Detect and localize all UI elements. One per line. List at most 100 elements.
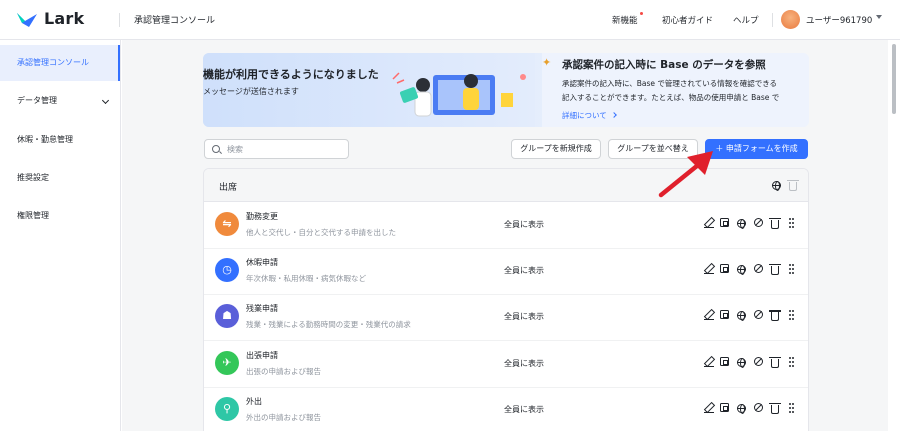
globe-icon[interactable] bbox=[772, 181, 781, 191]
sidebar-item-label: データ管理 bbox=[17, 96, 57, 105]
banner-subtitle: メッセージが送信されます bbox=[203, 87, 299, 96]
list-item[interactable]: ⚲ 外出 外出の申請および報告 全員に表示 bbox=[204, 389, 808, 431]
item-name: 勤務変更 bbox=[246, 212, 278, 221]
banner-title: 機能が利用できるようになりました bbox=[203, 68, 379, 81]
ban-icon[interactable] bbox=[754, 402, 763, 412]
item-name: 出張申請 bbox=[246, 350, 278, 360]
edit-icon[interactable] bbox=[704, 403, 714, 413]
copy-icon[interactable] bbox=[720, 264, 729, 274]
annotation-arrow-icon bbox=[658, 151, 713, 198]
edit-icon[interactable] bbox=[704, 357, 714, 367]
learn-more-link[interactable]: 詳細について bbox=[562, 110, 617, 121]
globe-icon[interactable] bbox=[737, 311, 746, 322]
ban-icon[interactable] bbox=[754, 356, 763, 366]
new-features-link[interactable]: 新機能 bbox=[612, 14, 638, 26]
item-name: 残業申請 bbox=[246, 304, 278, 314]
banner-slide-current[interactable]: ✦ 承認案件の記入時に Base のデータを参照 承認案件の記入時に、Base … bbox=[542, 53, 809, 127]
item-visibility: 全員に表示 bbox=[504, 312, 544, 322]
sidebar: 承認管理コンソール データ管理 休暇・勤怠管理 推奨設定 権限管理 bbox=[0, 40, 121, 431]
new-group-button[interactable]: グループを新規作成 bbox=[511, 139, 601, 159]
item-name: 外出 bbox=[246, 396, 262, 406]
banner-illustration-icon bbox=[392, 72, 526, 117]
list-item[interactable]: ✈ 出張申請出張の申請および報告 全員に表示 bbox=[204, 343, 808, 388]
trash-icon[interactable] bbox=[769, 310, 781, 322]
trash-icon[interactable] bbox=[769, 402, 781, 414]
globe-icon[interactable] bbox=[737, 265, 746, 276]
ban-icon[interactable] bbox=[754, 310, 763, 320]
sidebar-item-leave-attendance[interactable]: 休暇・勤怠管理 bbox=[0, 122, 120, 158]
scrollbar-thumb[interactable] bbox=[892, 44, 896, 114]
top-bar: Lark 承認管理コンソール 新機能 初心者ガイド ヘルプ ユーザー961790 bbox=[0, 0, 900, 40]
sidebar-item-permissions[interactable]: 権限管理 bbox=[0, 198, 120, 234]
location-icon: ⚲ bbox=[215, 396, 239, 421]
list-item[interactable]: ⇋ 勤務変更他人と交代し・自分と交代する申請を出した 全員に表示 bbox=[204, 204, 808, 249]
logo-text: Lark bbox=[44, 9, 85, 28]
ban-icon[interactable] bbox=[754, 264, 763, 274]
drag-handle-icon[interactable] bbox=[789, 402, 795, 413]
copy-icon[interactable] bbox=[720, 310, 729, 320]
ban-icon[interactable] bbox=[754, 218, 763, 227]
beginner-guide-link[interactable]: 初心者ガイド bbox=[662, 14, 713, 26]
sidebar-item-approval-console[interactable]: 承認管理コンソール bbox=[0, 45, 120, 81]
plane-icon: ✈ bbox=[215, 350, 239, 375]
drag-handle-icon[interactable] bbox=[789, 310, 795, 321]
help-link[interactable]: ヘルプ bbox=[733, 14, 759, 26]
banner-text: 記入することができます。たとえば、物品の使用申請と Base で bbox=[562, 93, 780, 102]
trash-icon bbox=[787, 180, 799, 191]
swap-icon: ⇋ bbox=[215, 212, 239, 236]
trash-icon[interactable] bbox=[769, 356, 781, 368]
copy-icon[interactable] bbox=[720, 218, 729, 227]
item-visibility: 全員に表示 bbox=[504, 220, 544, 229]
edit-icon[interactable] bbox=[704, 264, 714, 275]
item-visibility: 全員に表示 bbox=[504, 266, 544, 276]
console-title: 承認管理コンソール bbox=[134, 16, 216, 26]
username[interactable]: ユーザー961790 bbox=[806, 14, 872, 26]
main-content: 機能が利用できるようになりました メッセージが送信されます ✦ 承認案件の記入時… bbox=[122, 40, 888, 431]
sidebar-item-label: 承認管理コンソール bbox=[17, 58, 89, 67]
item-visibility: 全員に表示 bbox=[504, 358, 544, 368]
list-item[interactable]: ◷ 休暇申請年次休暇・私用休暇・病気休暇など 全員に表示 bbox=[204, 250, 808, 296]
edit-icon[interactable] bbox=[704, 310, 714, 321]
chevron-down-icon[interactable] bbox=[876, 15, 882, 19]
lark-logo-icon bbox=[17, 12, 37, 27]
avatar[interactable] bbox=[781, 10, 800, 29]
copy-icon[interactable] bbox=[720, 356, 729, 366]
banner-title: 承認案件の記入時に Base のデータを参照 bbox=[562, 59, 766, 71]
drag-handle-icon[interactable] bbox=[789, 264, 795, 275]
search-input[interactable]: 検索 bbox=[204, 139, 349, 159]
sidebar-item-data-management[interactable]: データ管理 bbox=[0, 83, 120, 119]
edit-icon[interactable] bbox=[704, 218, 714, 228]
lark-logo[interactable]: Lark bbox=[16, 9, 84, 28]
copy-icon[interactable] bbox=[720, 402, 729, 412]
sidebar-item-label: 権限管理 bbox=[17, 211, 49, 220]
item-description: 外出の申請および報告 bbox=[246, 412, 321, 422]
item-description: 他人と交代し・自分と交代する申請を出した bbox=[246, 228, 396, 237]
list-item[interactable]: ☗ 残業申請 残業・残業による勤務時間の変更・残業代の請求 全員に表示 bbox=[204, 296, 808, 342]
banner-text: 承認案件の記入時に、Base で管理されている情報を確認できる bbox=[562, 79, 778, 88]
lamp-icon: ☗ bbox=[215, 304, 239, 329]
chevron-down-icon bbox=[101, 96, 110, 105]
party-popper-icon: ✦ bbox=[542, 56, 552, 69]
item-description: 出張の申請および報告 bbox=[246, 366, 321, 376]
new-badge-dot bbox=[640, 12, 643, 15]
sidebar-item-label: 推奨設定 bbox=[17, 173, 49, 182]
item-name: 休暇申請 bbox=[246, 258, 278, 268]
approval-group-card: 出席 ⇋ 勤務変更 他人と交代し・自分と交代する申請を出した 全員に表示 ◷ 休暇申請 年次… bbox=[203, 168, 809, 431]
learn-more-label: 詳細について bbox=[562, 111, 607, 120]
sidebar-item-recommended-settings[interactable]: 推奨設定 bbox=[0, 160, 120, 196]
banner-slide-previous[interactable]: 機能が利用できるようになりました メッセージが送信されます bbox=[203, 53, 535, 127]
sidebar-item-label: 休暇・勤怠管理 bbox=[17, 135, 73, 144]
trash-icon[interactable] bbox=[769, 218, 781, 229]
trash-icon[interactable] bbox=[769, 264, 781, 276]
globe-icon[interactable] bbox=[737, 403, 746, 414]
globe-icon[interactable] bbox=[737, 219, 746, 229]
scrollbar[interactable] bbox=[888, 40, 900, 431]
clock-icon: ◷ bbox=[215, 258, 239, 283]
item-description: 年次休暇・私用休暇・病気休暇など bbox=[246, 274, 366, 284]
search-icon bbox=[212, 145, 220, 153]
search-placeholder: 検索 bbox=[227, 145, 243, 154]
drag-handle-icon[interactable] bbox=[789, 356, 795, 367]
chevron-right-icon bbox=[610, 112, 617, 118]
drag-handle-icon[interactable] bbox=[789, 218, 795, 228]
globe-icon[interactable] bbox=[737, 357, 746, 368]
